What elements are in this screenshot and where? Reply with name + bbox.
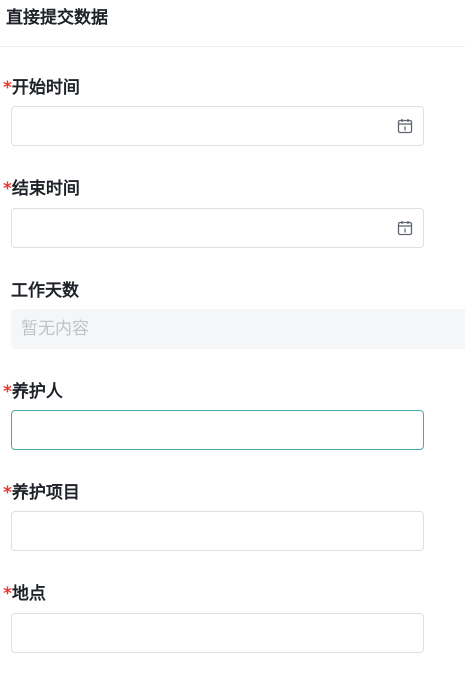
required-mark: *	[3, 483, 12, 503]
required-mark: *	[3, 382, 12, 402]
end-time-input[interactable]	[11, 208, 424, 248]
page-title: 直接提交数据	[6, 8, 108, 28]
location-input[interactable]	[11, 613, 424, 653]
location-label: *地点	[3, 584, 46, 604]
start-time-input[interactable]	[11, 106, 424, 146]
maintainer-input[interactable]	[11, 410, 424, 450]
maintainer-label: *养护人	[3, 382, 63, 402]
maintain-item-label: *养护项目	[3, 483, 80, 503]
page-header: 直接提交数据	[0, 0, 465, 47]
required-mark: *	[3, 78, 12, 98]
maintain-item-input[interactable]	[11, 511, 424, 551]
required-mark: *	[3, 584, 12, 604]
calendar-icon[interactable]	[397, 118, 413, 134]
start-time-label: *开始时间	[3, 78, 80, 98]
work-days-value: 暂无内容	[11, 309, 465, 349]
calendar-icon[interactable]	[397, 220, 413, 236]
end-time-label: *结束时间	[3, 179, 80, 199]
empty-text: 暂无内容	[21, 319, 89, 339]
required-mark: *	[3, 179, 12, 199]
work-days-label: 工作天数	[11, 281, 79, 301]
